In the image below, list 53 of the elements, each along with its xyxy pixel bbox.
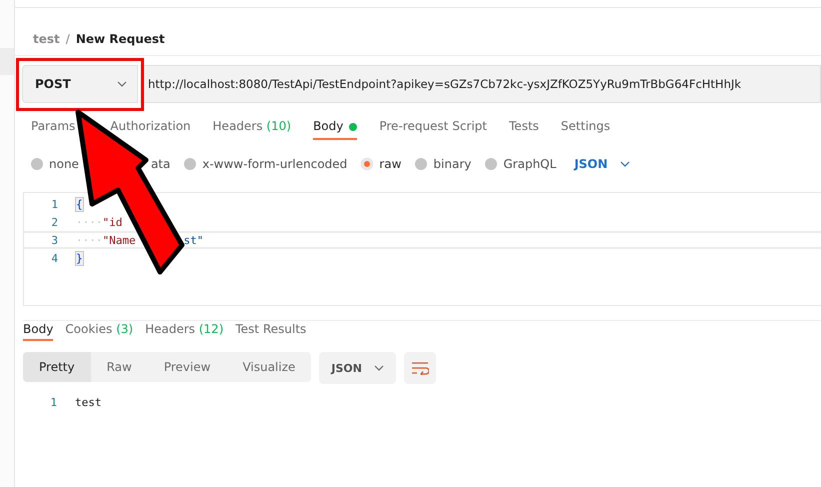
- radio-button[interactable]: [415, 158, 428, 170]
- request-tab[interactable]: Authorization: [110, 119, 191, 133]
- code-text: "id: [102, 216, 122, 228]
- view-mode-option[interactable]: Pretty: [23, 352, 91, 382]
- format-dropdown[interactable]: JSON: [319, 352, 396, 384]
- radio-button[interactable]: [485, 158, 498, 170]
- radio-label[interactable]: raw: [379, 157, 402, 171]
- chevron-down-icon: [117, 81, 127, 87]
- request-tab[interactable]: Params: [31, 119, 76, 133]
- radio-label[interactable]: none: [49, 157, 79, 171]
- response-text: test: [75, 396, 102, 409]
- radio-label[interactable]: GraphQL: [503, 157, 556, 171]
- response-tab[interactable]: Headers (12): [145, 319, 224, 341]
- radio-button[interactable]: [361, 158, 374, 170]
- code-brace: {: [76, 198, 83, 210]
- method-dropdown[interactable]: POST: [22, 65, 138, 103]
- request-title: New Request: [76, 32, 165, 46]
- request-tab[interactable]: Pre-request Script: [379, 119, 488, 133]
- request-tab[interactable]: Settings: [560, 119, 610, 133]
- code-text: st": [184, 234, 204, 246]
- language-dropdown[interactable]: JSON: [570, 157, 630, 171]
- chevron-down-icon: [374, 365, 384, 371]
- line-number: 4: [50, 252, 58, 264]
- view-mode-option[interactable]: Raw: [90, 352, 148, 382]
- line-number: 1: [49, 396, 57, 409]
- collection-link[interactable]: test: [33, 32, 60, 46]
- code-editor[interactable]: 1 { 2 ····"id 3 ····"Name st" 4 }: [23, 192, 821, 306]
- line-number: 3: [50, 234, 58, 246]
- response-tab[interactable]: Cookies (3): [65, 319, 134, 341]
- chevron-down-icon: [620, 161, 630, 167]
- radio-label[interactable]: ata: [150, 157, 170, 171]
- radio-button[interactable]: [31, 158, 43, 170]
- wrap-lines-button[interactable]: [404, 352, 436, 384]
- radio-label[interactable]: x-www-form-urlencoded: [202, 157, 348, 171]
- sidebar-item[interactable]: [0, 48, 14, 75]
- request-tab[interactable]: Tests: [509, 119, 539, 133]
- radio-button[interactable]: [184, 158, 196, 170]
- response-tab[interactable]: Test Results: [236, 319, 306, 341]
- view-mode-option[interactable]: Preview: [148, 352, 227, 382]
- wrap-lines-icon: [410, 361, 429, 375]
- indent-marker: ····: [76, 234, 102, 246]
- indent-marker: ····: [76, 216, 102, 228]
- line-number: 2: [50, 216, 58, 228]
- radio-label[interactable]: binary: [433, 157, 472, 171]
- code-brace: }: [76, 252, 83, 264]
- url-field[interactable]: http://localhost:8080/TestApi/TestEndpoint?apikey=sGZs7Cb72kc-ysxJZfKOZ5YyRu9mTrBbG64FcHtHhJk: [140, 65, 821, 103]
- request-tab[interactable]: Body: [313, 119, 358, 140]
- breadcrumb-separator: /: [66, 32, 70, 46]
- code-text: "Name: [102, 234, 136, 246]
- line-number: 1: [50, 198, 58, 210]
- response-tab[interactable]: Body: [23, 319, 54, 341]
- view-mode-option[interactable]: Visualize: [226, 352, 312, 382]
- request-tab[interactable]: Headers (10): [212, 119, 292, 133]
